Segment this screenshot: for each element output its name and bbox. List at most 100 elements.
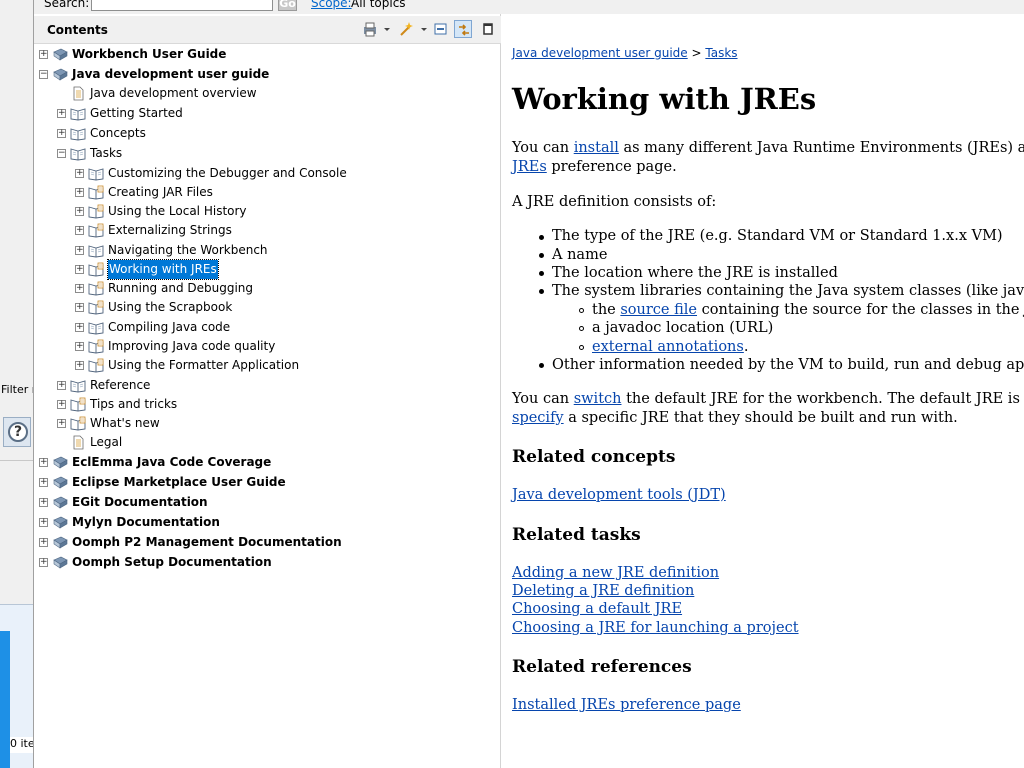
tree-item[interactable]: + Eclipse Marketplace User Guide bbox=[34, 473, 494, 492]
text: a specific JRE that they should be built… bbox=[563, 410, 958, 426]
text: the bbox=[592, 302, 621, 318]
tree-item[interactable]: + Using the Local History bbox=[34, 202, 494, 221]
maximize-icon[interactable] bbox=[479, 20, 497, 38]
tree-item[interactable]: + Tips and tricks bbox=[34, 395, 494, 414]
search-input[interactable] bbox=[91, 0, 273, 11]
expand-icon[interactable]: + bbox=[75, 323, 84, 332]
text: . bbox=[743, 339, 749, 355]
expand-icon[interactable]: + bbox=[75, 188, 84, 197]
expand-icon[interactable]: + bbox=[75, 284, 84, 293]
expand-icon[interactable]: + bbox=[57, 419, 66, 428]
tree-item[interactable]: + Improving Java code quality bbox=[34, 337, 494, 356]
tree-item[interactable]: + EGit Documentation bbox=[34, 493, 494, 512]
print-icon[interactable] bbox=[361, 20, 379, 38]
expand-icon[interactable]: + bbox=[39, 498, 48, 507]
tree-item[interactable]: − Tasks bbox=[34, 144, 494, 163]
items-count-label: 0 ite bbox=[10, 737, 33, 753]
tree-item[interactable]: + Working with JREs bbox=[34, 259, 494, 280]
page-icon bbox=[70, 86, 86, 101]
external-annotations-link[interactable]: external annotations bbox=[592, 339, 744, 355]
tree-item[interactable]: + Concepts bbox=[34, 124, 494, 143]
install-link[interactable]: install bbox=[574, 140, 619, 156]
bullet bbox=[539, 289, 544, 294]
tree-item[interactable]: + Compiling Java code bbox=[34, 318, 494, 337]
expand-icon[interactable]: + bbox=[39, 50, 48, 59]
page-title: Working with JREs bbox=[512, 82, 817, 116]
tree-item-label: Creating JAR Files bbox=[108, 185, 213, 199]
jres-link[interactable]: JREs bbox=[512, 159, 547, 175]
collapse-all-icon[interactable] bbox=[432, 20, 450, 38]
expand-icon[interactable]: + bbox=[75, 265, 84, 274]
expand-icon[interactable]: + bbox=[75, 361, 84, 370]
search-topics-icon[interactable] bbox=[398, 20, 416, 38]
open-book-page-icon bbox=[70, 397, 86, 412]
help-button[interactable]: ? bbox=[3, 417, 31, 447]
tree-item[interactable]: + Oomph Setup Documentation bbox=[34, 553, 494, 572]
breadcrumb-link-tasks[interactable]: Tasks bbox=[705, 46, 737, 60]
expand-icon[interactable]: + bbox=[75, 303, 84, 312]
tree-item[interactable]: + Navigating the Workbench bbox=[34, 241, 494, 260]
specify-link[interactable]: specify bbox=[512, 410, 564, 426]
expand-icon[interactable]: + bbox=[57, 129, 66, 138]
tree-item[interactable]: + Running and Debugging bbox=[34, 279, 494, 298]
collapse-icon[interactable]: − bbox=[57, 149, 66, 158]
text: as many different Java Runtime Environme… bbox=[623, 140, 1024, 156]
expand-icon[interactable]: + bbox=[75, 226, 84, 235]
tree-item[interactable]: + EclEmma Java Code Coverage bbox=[34, 453, 494, 472]
collapse-icon[interactable]: − bbox=[39, 70, 48, 79]
selection-bar bbox=[0, 631, 10, 768]
installed-jres-link[interactable]: Installed JREs preference page bbox=[512, 697, 741, 713]
link-with-contents-icon[interactable] bbox=[454, 20, 472, 38]
tree-item-label: Tasks bbox=[90, 146, 123, 160]
tree-item[interactable]: + Mylyn Documentation bbox=[34, 513, 494, 532]
adding-jre-link[interactable]: Adding a new JRE definition bbox=[512, 565, 719, 581]
switch-link[interactable]: switch bbox=[574, 391, 622, 407]
open-book-page-icon bbox=[88, 339, 104, 354]
expand-icon[interactable]: + bbox=[39, 538, 48, 547]
book-icon bbox=[52, 555, 68, 570]
tree-item[interactable]: + Customizing the Debugger and Console bbox=[34, 164, 494, 183]
expand-icon[interactable]: + bbox=[39, 558, 48, 567]
tree-item[interactable]: Legal bbox=[34, 433, 494, 452]
open-book-page-icon bbox=[88, 185, 104, 200]
expand-icon[interactable]: + bbox=[57, 400, 66, 409]
expand-icon[interactable]: + bbox=[75, 246, 84, 255]
expand-icon[interactable]: + bbox=[75, 207, 84, 216]
tree-item[interactable]: + Externalizing Strings bbox=[34, 221, 494, 240]
sub-list-item: external annotations. bbox=[592, 339, 748, 355]
deleting-jre-link[interactable]: Deleting a JRE definition bbox=[512, 583, 694, 599]
tree-item-label: EGit Documentation bbox=[72, 495, 208, 509]
go-button[interactable]: Go bbox=[278, 0, 297, 11]
choosing-default-jre-link[interactable]: Choosing a default JRE bbox=[512, 601, 682, 617]
expand-icon[interactable]: + bbox=[75, 342, 84, 351]
open-book-page-icon bbox=[70, 416, 86, 431]
expand-icon[interactable]: + bbox=[39, 518, 48, 527]
tree-item[interactable]: + Getting Started bbox=[34, 104, 494, 123]
list-item: The type of the JRE (e.g. Standard VM or… bbox=[552, 228, 1003, 244]
print-dropdown-icon[interactable] bbox=[378, 20, 390, 38]
tree-item[interactable]: + What's new bbox=[34, 414, 494, 433]
jdt-link[interactable]: Java development tools (JDT) bbox=[512, 487, 726, 503]
tree-item[interactable]: + Using the Formatter Application bbox=[34, 356, 494, 375]
source-file-link[interactable]: source file bbox=[620, 302, 697, 318]
expand-icon[interactable]: + bbox=[57, 381, 66, 390]
tree-item[interactable]: Java development overview bbox=[34, 84, 494, 103]
expand-icon[interactable]: + bbox=[57, 109, 66, 118]
tree-item[interactable]: + Using the Scrapbook bbox=[34, 298, 494, 317]
search-dropdown-icon[interactable] bbox=[415, 20, 427, 38]
bullet bbox=[539, 235, 544, 240]
expand-icon[interactable]: + bbox=[39, 478, 48, 487]
expand-icon[interactable]: + bbox=[39, 458, 48, 467]
list-item: The system libraries containing the Java… bbox=[552, 283, 1024, 299]
choosing-jre-launch-link[interactable]: Choosing a JRE for launching a project bbox=[512, 620, 799, 636]
breadcrumb-link-guide[interactable]: Java development user guide bbox=[512, 46, 688, 60]
sub-bullet bbox=[579, 308, 584, 313]
tree-item[interactable]: − Java development user guide bbox=[34, 65, 494, 84]
tree-item[interactable]: + Oomph P2 Management Documentation bbox=[34, 533, 494, 552]
text: containing the source for the classes in… bbox=[701, 302, 1024, 318]
expand-icon[interactable]: + bbox=[75, 169, 84, 178]
scope-link[interactable]: Scope: bbox=[311, 0, 352, 10]
tree-item[interactable]: + Reference bbox=[34, 376, 494, 395]
tree-item[interactable]: + Workbench User Guide bbox=[34, 45, 494, 64]
tree-item[interactable]: + Creating JAR Files bbox=[34, 183, 494, 202]
